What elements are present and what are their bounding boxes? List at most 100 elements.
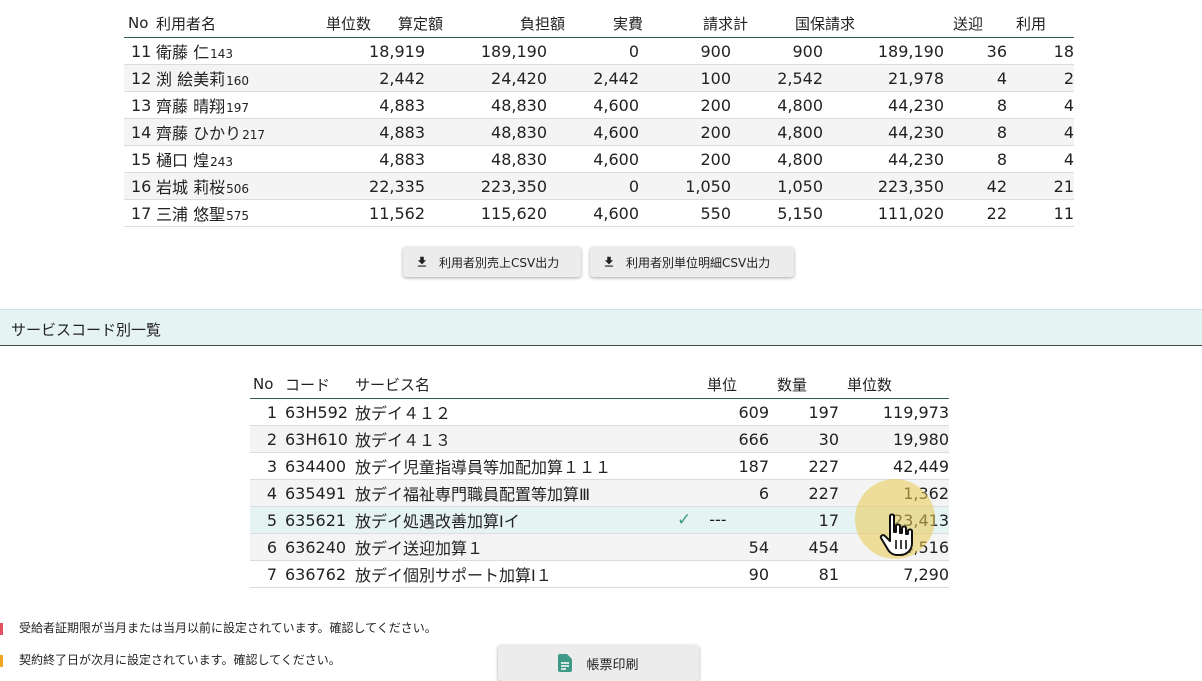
cell-units: 22,335 [341,172,425,200]
user-id: 243 [210,155,233,169]
table-row[interactable]: 7 636762 放デイ個別サポート加算Ⅰ１ 90 81 7,290 [250,560,949,588]
cell-no: 15 [124,145,156,173]
cell-unit: 54 [665,533,769,561]
download-icon [604,256,614,267]
user-name: 樋口 煌 [156,151,210,170]
table-row[interactable]: 14 齊藤 ひかり217 4,883 48,830 4,600 200 4,800 44,23… [124,118,1074,146]
header-units-total: 単位数 [847,370,957,399]
cell-service-name: 放デイ処遇改善加算Ⅰイ [355,506,665,534]
table-row[interactable]: 11 衛藤 仁143 18,919 189,190 0 900 900 189,190 36 18 [124,37,1074,65]
cell-amount: 48,830 [425,91,547,119]
cell-no: 12 [124,64,156,92]
cell-transport: 42 [944,172,1007,200]
cell-use: 4 [1007,91,1074,119]
cell-unit: 187 [665,452,769,480]
cell-units-total: 42,449 [839,452,949,480]
cell-use: 18 [1007,37,1074,65]
table-row[interactable]: 17 三浦 悠聖575 11,562 115,620 4,600 550 5,150 111,… [124,199,1074,227]
cell-actual: 200 [639,91,731,119]
cell-name: 樋口 煌243 [156,145,341,173]
header-use: 利用 [1016,9,1083,38]
cell-burden: 4,600 [547,91,639,119]
table-row[interactable]: 16 岩城 莉桜506 22,335 223,350 0 1,050 1,050 223,35… [124,172,1074,200]
user-name: 岩城 莉桜 [156,178,226,197]
cell-amount: 48,830 [425,118,547,146]
cell-use: 2 [1007,64,1074,92]
service-header-row: No コード サービス名 単位 数量 単位数 [250,370,957,399]
warning-contract-end: 契約終了日が次月に設定されています。確認してください。 [0,651,341,668]
cell-burden: 0 [547,172,639,200]
cell-qty: 227 [769,452,839,480]
warning-marker [0,654,3,667]
cell-no: 13 [124,91,156,119]
csv-sales-button[interactable]: 利用者別売上CSV出力 [403,247,581,277]
cell-total: 5,150 [731,199,823,227]
csv-sales-label: 利用者別売上CSV出力 [439,255,560,270]
table-row[interactable]: 4 635491 放デイ福祉専門職員配置等加算Ⅲ 6 227 1,362 [250,479,949,507]
table-row[interactable]: 2 63H610 放デイ４１３ 666 30 19,980 [250,425,949,453]
user-name: 齊藤 ひかり [156,124,242,143]
cell-kokuho: 44,230 [823,145,944,173]
csv-units-button[interactable]: 利用者別単位明細CSV出力 [590,247,794,277]
header-kokuho: 国保請求 [795,9,916,38]
cell-actual: 1,050 [639,172,731,200]
cell-no: 2 [250,425,285,453]
user-id: 143 [210,47,233,61]
user-id: 197 [226,101,249,115]
cell-qty: 17 [769,506,839,534]
header-code: コード [285,370,355,399]
document-icon [558,654,573,672]
cell-service-name: 放デイ個別サポート加算Ⅰ１ [355,560,665,588]
warning-expiry: 受給者証期限が当月または当月以前に設定されています。確認してください。 [0,619,437,636]
cell-name: 齊藤 晴翔197 [156,91,341,119]
cell-qty: 81 [769,560,839,588]
warning-text: 契約終了日が次月に設定されています。確認してください。 [19,653,341,667]
cell-qty: 227 [769,479,839,507]
cell-code: 63H592 [285,398,355,426]
user-id: 575 [226,209,249,223]
cell-qty: 197 [769,398,839,426]
cell-code: 636762 [285,560,355,588]
cell-units: 4,883 [341,91,425,119]
cell-transport: 4 [944,64,1007,92]
cell-amount: 48,830 [425,145,547,173]
cell-amount: 223,350 [425,172,547,200]
table-row[interactable]: 12 渕 絵美莉160 2,442 24,420 2,442 100 2,542 21,978… [124,64,1074,92]
cell-units-total: 1,362 [839,479,949,507]
table-row[interactable]: 5 635621 放デイ処遇改善加算Ⅰイ ✓ --- 17 23,413 [250,506,949,534]
header-amount: 算定額 [398,9,520,38]
cell-units: 4,883 [341,145,425,173]
cell-name: 衛藤 仁143 [156,37,341,65]
cell-kokuho: 44,230 [823,118,944,146]
cell-service-name: 放デイ福祉専門職員配置等加算Ⅲ [355,479,665,507]
cell-kokuho: 189,190 [823,37,944,65]
cell-burden: 4,600 [547,145,639,173]
cell-code: 63H610 [285,425,355,453]
cell-service-name: 放デイ４１３ [355,425,665,453]
cell-unit: 6 [665,479,769,507]
header-transport: 送迎 [953,9,1016,38]
cell-use: 11 [1007,199,1074,227]
header-no: No [250,370,285,399]
cell-amount: 115,620 [425,199,547,227]
cell-total: 4,800 [731,145,823,173]
user-id: 506 [226,182,249,196]
cell-transport: 8 [944,91,1007,119]
table-row[interactable]: 13 齊藤 晴翔197 4,883 48,830 4,600 200 4,800 44,230… [124,91,1074,119]
users-table: No 利用者名 単位数 算定額 負担額 実費 請求計 国保請求 送迎 利用 11… [124,9,1083,227]
cell-units: 18,919 [341,37,425,65]
cell-transport: 22 [944,199,1007,227]
table-row[interactable]: 6 636240 放デイ送迎加算１ 54 454 24,516 [250,533,949,561]
user-name: 三浦 悠聖 [156,205,226,224]
cell-total: 4,800 [731,118,823,146]
table-row[interactable]: 15 樋口 煌243 4,883 48,830 4,600 200 4,800 44,230 8… [124,145,1074,173]
header-no: No [124,9,156,38]
cell-service-name: 放デイ送迎加算１ [355,533,665,561]
cell-total: 900 [731,37,823,65]
table-row[interactable]: 1 63H592 放デイ４１２ 609 197 119,973 [250,398,949,426]
cell-code: 635491 [285,479,355,507]
cell-service-name: 放デイ４１２ [355,398,665,426]
check-icon: ✓ [677,510,692,530]
table-row[interactable]: 3 634400 放デイ児童指導員等加配加算１１１ 187 227 42,449 [250,452,949,480]
warning-marker [0,622,3,635]
